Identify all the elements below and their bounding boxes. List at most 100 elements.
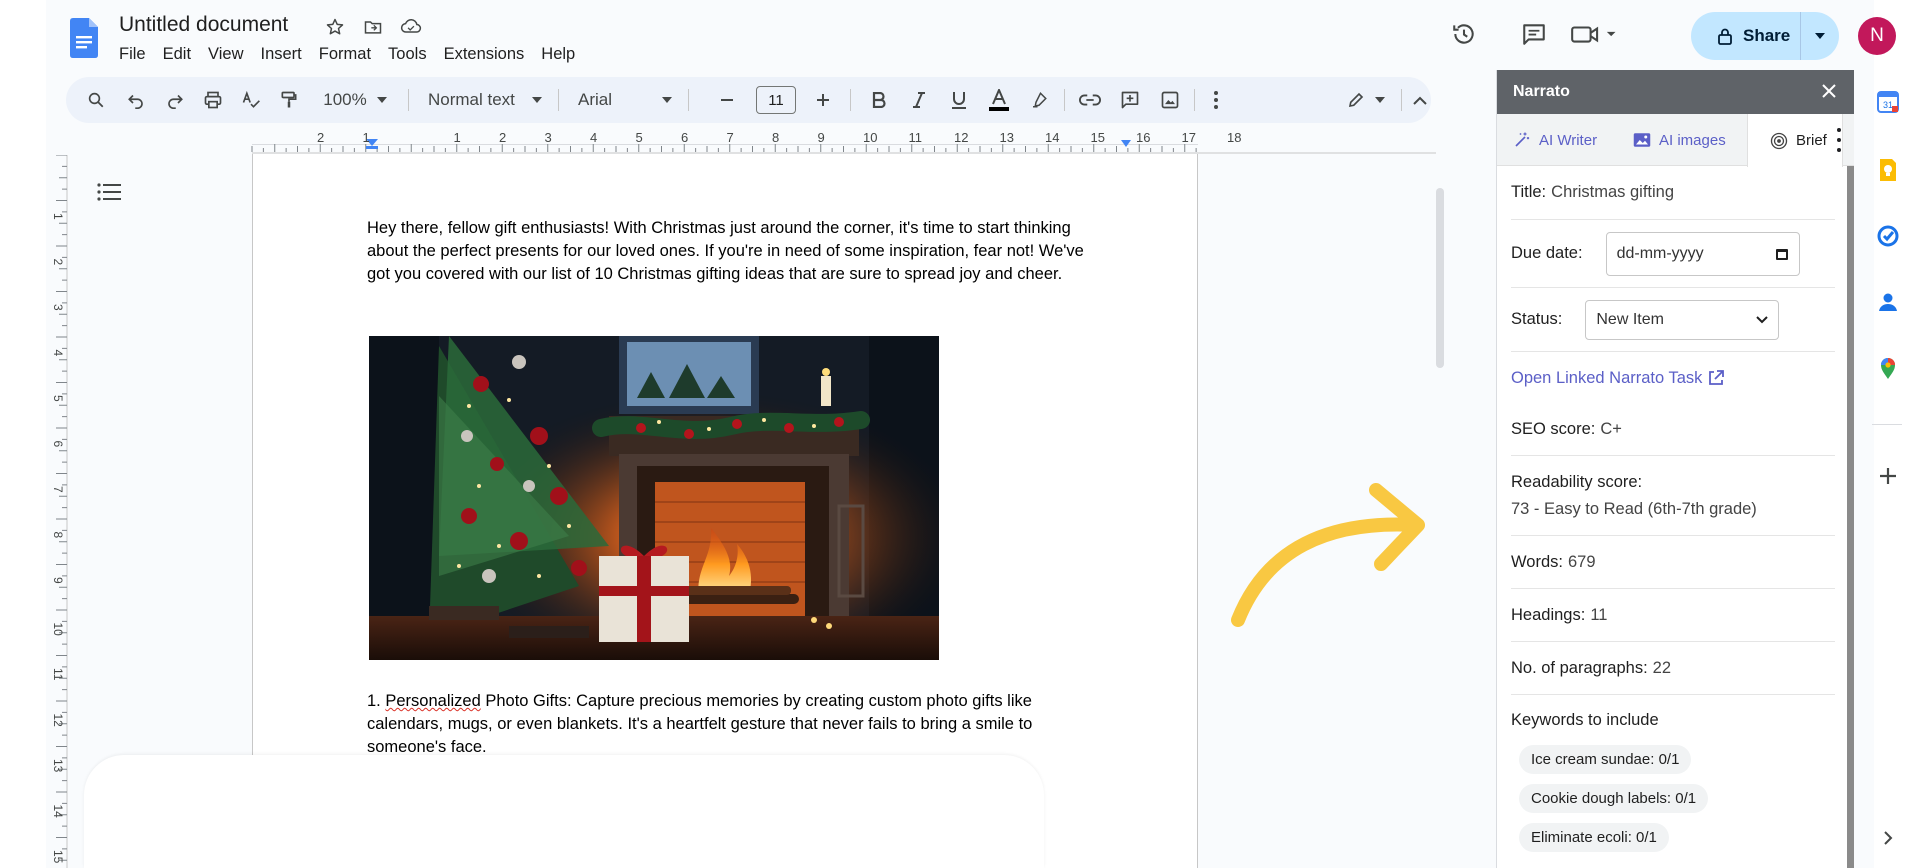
words-row: Words: 679 (1511, 536, 1835, 589)
menu-insert[interactable]: Insert (253, 43, 311, 66)
menu-help[interactable]: Help (533, 43, 584, 66)
document-scrollbar[interactable] (1436, 188, 1444, 368)
contacts-app-icon[interactable] (1876, 290, 1900, 314)
spellcheck-icon[interactable] (235, 77, 267, 123)
menu-extensions[interactable]: Extensions (436, 43, 534, 66)
text-color-icon[interactable] (984, 77, 1014, 123)
docs-logo-icon[interactable] (70, 18, 98, 58)
panel-tabs: AI Writer AI images Brief (1497, 114, 1854, 167)
ruler-label: 11 (909, 130, 923, 145)
toolbar-divider (408, 89, 409, 111)
font-size-input[interactable]: 11 (756, 86, 796, 114)
ruler-label: 6 (681, 130, 688, 145)
list-number: 1. (367, 692, 386, 710)
increase-font-size-icon[interactable] (808, 77, 838, 123)
close-icon[interactable] (1818, 80, 1840, 102)
external-link-icon (1709, 370, 1725, 385)
tab-brief[interactable]: Brief (1747, 114, 1843, 167)
highlight-icon[interactable] (1024, 77, 1054, 123)
chevron-right-icon[interactable] (1876, 826, 1900, 850)
panel-header: Narrato (1497, 70, 1854, 114)
tab-ai-images[interactable]: AI images (1633, 114, 1726, 166)
keyword-chip[interactable]: Cookie dough labels: 0/1 (1519, 784, 1709, 813)
due-date-placeholder: dd-mm-yyyy (1616, 244, 1704, 262)
intro-paragraph[interactable]: Hey there, fellow gift enthusiasts! With… (367, 217, 1087, 286)
ruler-label: 2 (317, 130, 324, 145)
paragraph-style-select[interactable]: Normal text (418, 77, 552, 123)
ruler-label: 1 (454, 130, 461, 145)
document-title[interactable]: Untitled document (119, 13, 288, 37)
calendar-app-icon[interactable]: 31 (1876, 90, 1900, 114)
keyword-chip[interactable]: Eliminate ecoli: 0/1 (1519, 823, 1669, 852)
paint-format-icon[interactable] (273, 77, 305, 123)
add-addon-icon[interactable] (1876, 464, 1900, 488)
toolbar-divider (1194, 89, 1195, 111)
due-date-input[interactable]: dd-mm-yyyy (1605, 231, 1800, 276)
misspelled-word[interactable]: Personalized (385, 692, 480, 710)
cloud-saved-icon[interactable] (398, 14, 424, 40)
account-avatar[interactable]: N (1858, 17, 1896, 55)
toolbar-divider (1064, 89, 1065, 111)
maps-app-icon[interactable] (1876, 356, 1900, 380)
status-label: Status: (1511, 310, 1563, 328)
panel-more-icon[interactable] (1834, 128, 1844, 152)
christmas-fireplace-image[interactable] (369, 336, 939, 660)
font-family-select[interactable]: Arial (568, 77, 682, 123)
meet-icon[interactable] (1566, 19, 1626, 49)
underline-icon[interactable] (944, 77, 974, 123)
paragraphs-label: No. of paragraphs: (1511, 658, 1648, 677)
ruler-label: 17 (1182, 130, 1196, 145)
version-history-icon[interactable] (1449, 19, 1479, 49)
move-folder-icon[interactable] (360, 14, 386, 40)
editing-mode-select[interactable] (1341, 77, 1391, 123)
tasks-app-icon[interactable] (1876, 224, 1900, 248)
bold-icon[interactable] (864, 77, 894, 123)
vertical-ruler[interactable]: 123456789101112131415 (46, 155, 68, 868)
share-options-button[interactable] (1801, 32, 1839, 40)
ruler-label: 2 (51, 259, 65, 266)
more-options-icon[interactable] (1202, 77, 1230, 123)
ruler-label: 10 (863, 130, 877, 145)
print-icon[interactable] (197, 77, 229, 123)
menu-view[interactable]: View (200, 43, 252, 66)
star-icon[interactable] (322, 14, 348, 40)
panel-scrollbar-track[interactable] (1847, 166, 1854, 868)
open-linked-task-link[interactable]: Open Linked Narrato Task (1511, 369, 1725, 388)
collapse-menus-icon[interactable] (1408, 77, 1432, 123)
zoom-select[interactable]: 100% (314, 77, 396, 123)
menu-file[interactable]: File (119, 43, 155, 66)
italic-icon[interactable] (904, 77, 934, 123)
rail-divider (1872, 424, 1902, 425)
ruler-label: 8 (51, 532, 65, 539)
status-select[interactable]: New Item (1585, 299, 1780, 340)
insert-link-icon[interactable] (1074, 77, 1106, 123)
keyword-chip[interactable]: Ice cream sundae: 0/1 (1519, 745, 1692, 774)
keep-app-icon[interactable] (1876, 158, 1900, 182)
toolbar-divider (1401, 89, 1402, 111)
add-comment-icon[interactable] (1114, 77, 1146, 123)
seo-score-row: SEO score: C+ (1511, 404, 1835, 456)
menu-edit[interactable]: Edit (155, 43, 200, 66)
decrease-font-size-icon[interactable] (712, 77, 742, 123)
readability-row: Readability score: 73 - Easy to Read (6t… (1511, 456, 1835, 536)
tab-ai-writer[interactable]: AI Writer (1513, 114, 1597, 166)
toolbar-divider (850, 89, 851, 111)
redo-icon[interactable] (159, 77, 191, 123)
status-row: Status: New Item (1511, 288, 1835, 352)
insert-image-icon[interactable] (1154, 77, 1186, 123)
paragraph-style-value: Normal text (428, 90, 515, 109)
menu-tools[interactable]: Tools (380, 43, 436, 66)
list-item-1[interactable]: 1. Personalized Photo Gifts: Capture pre… (367, 690, 1087, 759)
search-menus-icon[interactable] (80, 77, 112, 123)
horizontal-ruler[interactable]: 2 1 1 2 3 4 5 6 7 8 9 10 11 12 13 14 15 16 17 18 (46, 130, 1436, 154)
lock-icon (1718, 28, 1732, 45)
comments-icon[interactable] (1519, 19, 1549, 49)
brief-title-row: Title: Christmas gifting (1511, 166, 1835, 220)
share-button[interactable]: Share (1691, 12, 1801, 60)
share-label: Share (1743, 26, 1791, 45)
document-outline-icon[interactable] (94, 178, 124, 208)
panel-scrollbar-thumb[interactable] (1847, 166, 1854, 868)
menu-format[interactable]: Format (311, 43, 380, 66)
undo-icon[interactable] (120, 77, 152, 123)
headings-label: Headings: (1511, 605, 1586, 624)
